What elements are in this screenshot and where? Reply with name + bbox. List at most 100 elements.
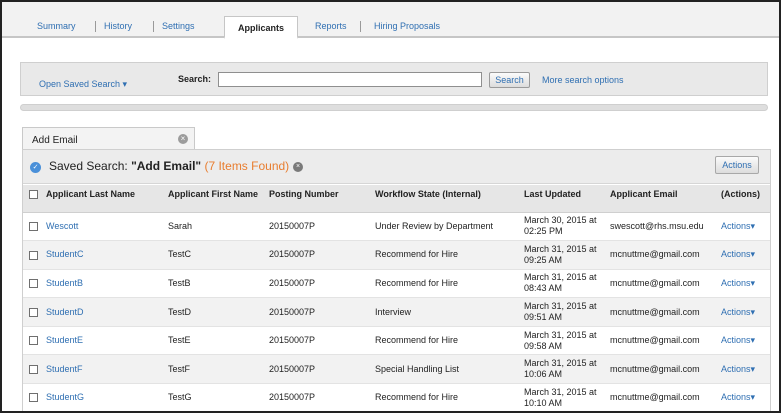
saved-search-prefix: Saved Search: bbox=[49, 159, 132, 173]
saved-search-tab-label: Add Email bbox=[32, 135, 78, 146]
applicant-email: mcnuttme@gmail.com bbox=[607, 297, 718, 327]
row-checkbox[interactable] bbox=[29, 221, 38, 231]
row-checkbox[interactable] bbox=[29, 336, 38, 346]
divider-bar bbox=[20, 104, 768, 111]
workflow-state: Recommend for Hire bbox=[372, 326, 521, 356]
applicant-email: mcnuttme@gmail.com bbox=[607, 240, 718, 270]
workflow-state: Recommend for Hire bbox=[372, 383, 521, 411]
applicant-email: swescott@rhs.msu.edu bbox=[607, 212, 718, 242]
column-header[interactable]: Workflow State (Internal) bbox=[372, 185, 521, 213]
applicant-last-name-link[interactable]: StudentD bbox=[46, 307, 84, 317]
column-header: (Actions) bbox=[718, 185, 770, 213]
posting-number: 20150007P bbox=[266, 212, 372, 242]
column-header[interactable]: Applicant Email bbox=[607, 185, 718, 213]
posting-number: 20150007P bbox=[266, 326, 372, 356]
results-panel: ✓ Saved Search: "Add Email" (7 Items Fou… bbox=[22, 149, 771, 411]
applicant-email: mcnuttme@gmail.com bbox=[607, 383, 718, 411]
tab-applicants[interactable]: Applicants bbox=[224, 16, 299, 39]
applicants-table: Applicant Last Name Applicant First Name… bbox=[23, 185, 770, 411]
tab-separator bbox=[95, 21, 96, 32]
column-header[interactable]: Last Updated bbox=[521, 185, 607, 213]
tab-separator bbox=[360, 21, 361, 32]
saved-search-name: "Add Email" bbox=[131, 159, 202, 173]
row-checkbox[interactable] bbox=[29, 364, 38, 374]
app-window: Summary History Settings Applicants Repo… bbox=[0, 0, 781, 413]
row-actions-link[interactable]: Actions▾ bbox=[721, 221, 755, 231]
actions-button[interactable]: Actions bbox=[715, 156, 759, 174]
applicant-email: mcnuttme@gmail.com bbox=[607, 354, 718, 385]
posting-number: 20150007P bbox=[266, 354, 372, 385]
row-checkbox[interactable] bbox=[29, 307, 38, 317]
last-updated: March 31, 2015 at 09:51 AM bbox=[521, 297, 607, 327]
column-header[interactable]: Applicant Last Name bbox=[43, 185, 165, 213]
row-checkbox[interactable] bbox=[29, 393, 38, 403]
applicant-first-name: TestC bbox=[165, 240, 266, 270]
applicant-last-name-link[interactable]: StudentB bbox=[46, 278, 83, 288]
row-actions-link[interactable]: Actions▾ bbox=[721, 392, 755, 402]
applicant-last-name-link[interactable]: StudentF bbox=[46, 364, 83, 374]
applicant-last-name-link[interactable]: StudentG bbox=[46, 392, 84, 402]
select-all-checkbox[interactable] bbox=[29, 190, 38, 200]
table-row: StudentB TestB 20150007P Recommend for H… bbox=[23, 269, 770, 299]
applicant-first-name: Sarah bbox=[165, 212, 266, 242]
row-actions-link[interactable]: Actions▾ bbox=[721, 307, 755, 317]
search-button[interactable]: Search bbox=[489, 72, 530, 88]
applicant-first-name: TestE bbox=[165, 326, 266, 356]
last-updated: March 31, 2015 at 08:43 AM bbox=[521, 269, 607, 299]
workflow-state: Recommend for Hire bbox=[372, 240, 521, 270]
applicant-first-name: TestB bbox=[165, 269, 266, 299]
last-updated: March 30, 2015 at 02:25 PM bbox=[521, 212, 607, 242]
table-header-row: Applicant Last Name Applicant First Name… bbox=[23, 185, 770, 213]
top-tab-bar: Summary History Settings Applicants Repo… bbox=[2, 2, 779, 39]
tab-history[interactable]: History bbox=[104, 21, 132, 31]
last-updated: March 31, 2015 at 09:58 AM bbox=[521, 326, 607, 356]
workflow-state: Recommend for Hire bbox=[372, 269, 521, 299]
applicant-last-name-link[interactable]: StudentE bbox=[46, 335, 83, 345]
applicant-email: mcnuttme@gmail.com bbox=[607, 326, 718, 356]
applicant-first-name: TestG bbox=[165, 383, 266, 411]
applicant-last-name-link[interactable]: StudentC bbox=[46, 249, 84, 259]
posting-number: 20150007P bbox=[266, 383, 372, 411]
tab-reports[interactable]: Reports bbox=[315, 21, 347, 31]
table-row: Wescott Sarah 20150007P Under Review by … bbox=[23, 212, 770, 242]
last-updated: March 31, 2015 at 10:06 AM bbox=[521, 354, 607, 385]
row-actions-link[interactable]: Actions▾ bbox=[721, 278, 755, 288]
row-checkbox[interactable] bbox=[29, 250, 38, 260]
close-icon[interactable]: × bbox=[178, 134, 188, 144]
row-actions-link[interactable]: Actions▾ bbox=[721, 364, 755, 374]
saved-search-title: Saved Search: "Add Email" (7 Items Found… bbox=[49, 159, 289, 173]
posting-number: 20150007P bbox=[266, 297, 372, 327]
posting-number: 20150007P bbox=[266, 269, 372, 299]
table-row: StudentF TestF 20150007P Special Handlin… bbox=[23, 354, 770, 385]
search-label: Search: bbox=[178, 74, 212, 84]
close-icon[interactable]: × bbox=[293, 162, 303, 172]
search-input[interactable] bbox=[218, 72, 482, 87]
workflow-state: Interview bbox=[372, 297, 521, 327]
tab-settings[interactable]: Settings bbox=[162, 21, 195, 31]
tab-hiring-proposals[interactable]: Hiring Proposals bbox=[374, 21, 440, 31]
results-header: ✓ Saved Search: "Add Email" (7 Items Fou… bbox=[23, 150, 770, 184]
saved-search-tab[interactable]: Add Email × bbox=[22, 127, 195, 150]
column-header[interactable]: Applicant First Name bbox=[165, 185, 266, 213]
row-actions-link[interactable]: Actions▾ bbox=[721, 335, 755, 345]
search-panel: Open Saved Search ▾ Search: Search More … bbox=[20, 62, 768, 96]
applicant-first-name: TestD bbox=[165, 297, 266, 327]
table-row: StudentC TestC 20150007P Recommend for H… bbox=[23, 240, 770, 270]
table-row: StudentE TestE 20150007P Recommend for H… bbox=[23, 326, 770, 356]
more-search-options-link[interactable]: More search options bbox=[542, 75, 624, 85]
table-row: StudentD TestD 20150007P Interview March… bbox=[23, 297, 770, 327]
row-checkbox[interactable] bbox=[29, 279, 38, 289]
info-icon: ✓ bbox=[30, 162, 41, 173]
row-actions-link[interactable]: Actions▾ bbox=[721, 249, 755, 259]
column-header[interactable]: Posting Number bbox=[266, 185, 372, 213]
tab-summary[interactable]: Summary bbox=[37, 21, 76, 31]
applicant-email: mcnuttme@gmail.com bbox=[607, 269, 718, 299]
items-found-count: (7 Items Found) bbox=[204, 159, 290, 173]
tab-separator bbox=[153, 21, 154, 32]
posting-number: 20150007P bbox=[266, 240, 372, 270]
open-saved-search-link[interactable]: Open Saved Search ▾ bbox=[39, 79, 127, 90]
applicant-last-name-link[interactable]: Wescott bbox=[46, 221, 78, 231]
table-row: StudentG TestG 20150007P Recommend for H… bbox=[23, 383, 770, 411]
workflow-state: Under Review by Department bbox=[372, 212, 521, 242]
applicant-first-name: TestF bbox=[165, 354, 266, 385]
